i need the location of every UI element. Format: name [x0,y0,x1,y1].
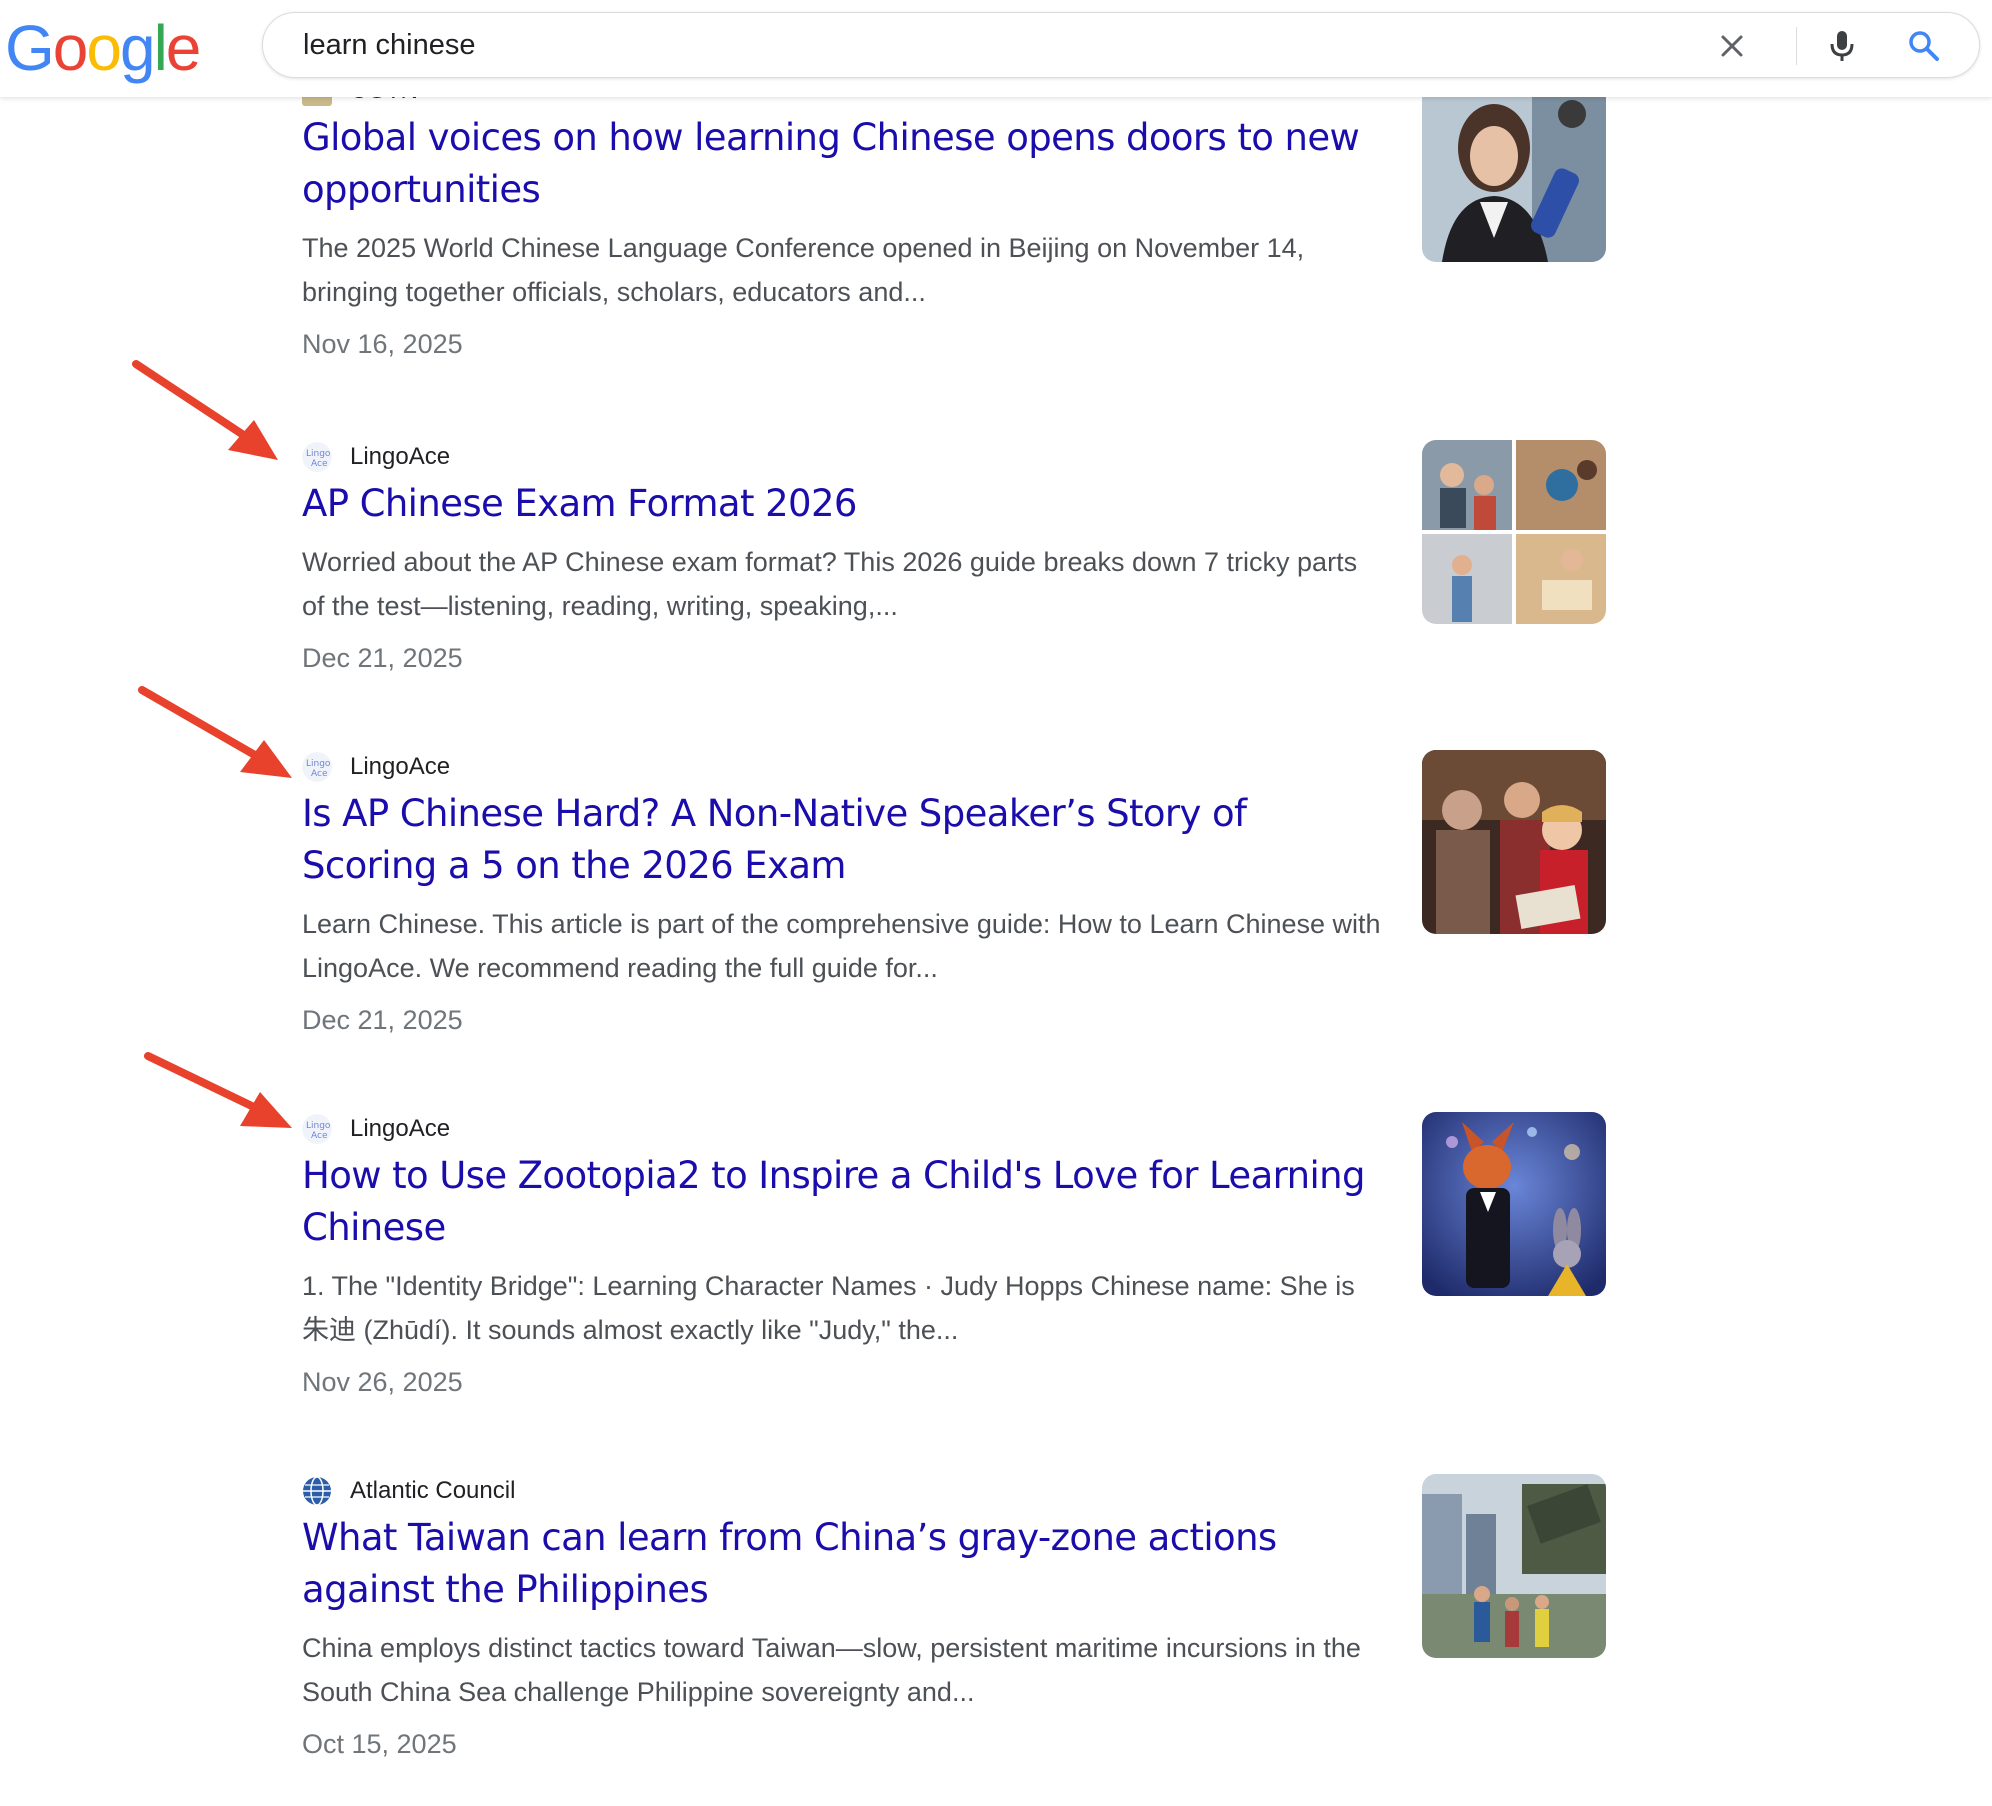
logo-letter: o [86,12,122,84]
logo-letter: e [165,12,202,84]
google-logo[interactable]: Google [5,8,202,88]
logo-letter: G [5,12,55,84]
search-input[interactable] [303,13,1653,77]
result-thumbnail[interactable] [1422,440,1606,624]
result-site-name: LingoAce [350,753,451,780]
result-snippet: 1. The "Identity Bridge": Learning Chara… [302,1271,1355,1345]
search-result: Atlantic Council What Taiwan can learn f… [302,1472,1612,1764]
result-source[interactable]: Lingo Ace LingoAce [302,1110,1612,1144]
search-icon[interactable] [1905,27,1943,65]
microphone-icon[interactable] [1823,27,1861,65]
result-date: Nov 26, 2025 [302,1367,463,1397]
result-snippet: The 2025 World Chinese Language Conferen… [302,233,1305,307]
svg-text:Lingo: Lingo [306,1121,331,1131]
svg-text:Ace: Ace [311,769,328,779]
logo-letter: l [153,12,168,84]
result-thumbnail[interactable] [1422,78,1606,262]
lingoace-favicon-icon: Lingo Ace [302,1114,332,1144]
search-box-divider [1796,27,1797,65]
result-site-name: Atlantic Council [350,1477,516,1504]
result-thumbnail[interactable] [1422,1474,1606,1658]
close-icon[interactable] [1713,27,1751,65]
result-site-name: LingoAce [350,1115,451,1142]
result-title-link[interactable]: Global voices on how learning Chinese op… [302,112,1377,216]
search-result: Lingo Ace LingoAce AP Chinese Exam Format… [302,438,1612,678]
result-date: Dec 21, 2025 [302,1005,463,1035]
search-results: CGTN Global voices on how learning Chine… [0,0,1992,1806]
lingoace-favicon-icon: Lingo Ace [302,752,332,782]
logo-letter: g [119,12,156,84]
red-arrow-icon [132,360,278,460]
result-date: Dec 21, 2025 [302,643,463,673]
result-date: Nov 16, 2025 [302,329,463,359]
result-thumbnail[interactable] [1422,750,1606,934]
lingoace-favicon-icon: Lingo Ace [302,442,332,472]
search-result: Lingo Ace LingoAce How to Use Zootopia2 t… [302,1110,1612,1402]
result-title-link[interactable]: Is AP Chinese Hard? A Non-Native Speaker… [302,788,1377,892]
search-box [262,12,1980,78]
result-site-name: LingoAce [350,443,451,470]
result-title-link[interactable]: AP Chinese Exam Format 2026 [302,478,1377,530]
svg-text:Ace: Ace [311,459,328,469]
result-thumbnail[interactable] [1422,1112,1606,1296]
search-result: Lingo Ace LingoAce Is AP Chinese Hard? A … [302,748,1612,1040]
red-arrow-icon [138,686,292,778]
result-snippet: Learn Chinese. This article is part of t… [302,909,1381,983]
atlantic-council-favicon-icon [302,1476,332,1506]
result-source[interactable]: Lingo Ace LingoAce [302,438,1612,472]
result-snippet: Worried about the AP Chinese exam format… [302,547,1358,621]
logo-letter: o [52,12,89,84]
result-title-link[interactable]: How to Use Zootopia2 to Inspire a Child'… [302,1150,1377,1254]
svg-text:Lingo: Lingo [306,759,331,769]
search-header: Google [0,0,1992,97]
svg-text:Lingo: Lingo [306,449,331,459]
red-arrow-icon [144,1052,292,1128]
result-date: Oct 15, 2025 [302,1729,457,1759]
result-snippet: China employs distinct tactics toward Ta… [302,1633,1361,1707]
search-result: CGTN Global voices on how learning Chine… [302,72,1612,364]
result-source[interactable]: Lingo Ace LingoAce [302,748,1612,782]
result-source[interactable]: Atlantic Council [302,1472,1612,1506]
result-title-link[interactable]: What Taiwan can learn from China’s gray-… [302,1512,1377,1616]
svg-text:Ace: Ace [311,1131,328,1141]
